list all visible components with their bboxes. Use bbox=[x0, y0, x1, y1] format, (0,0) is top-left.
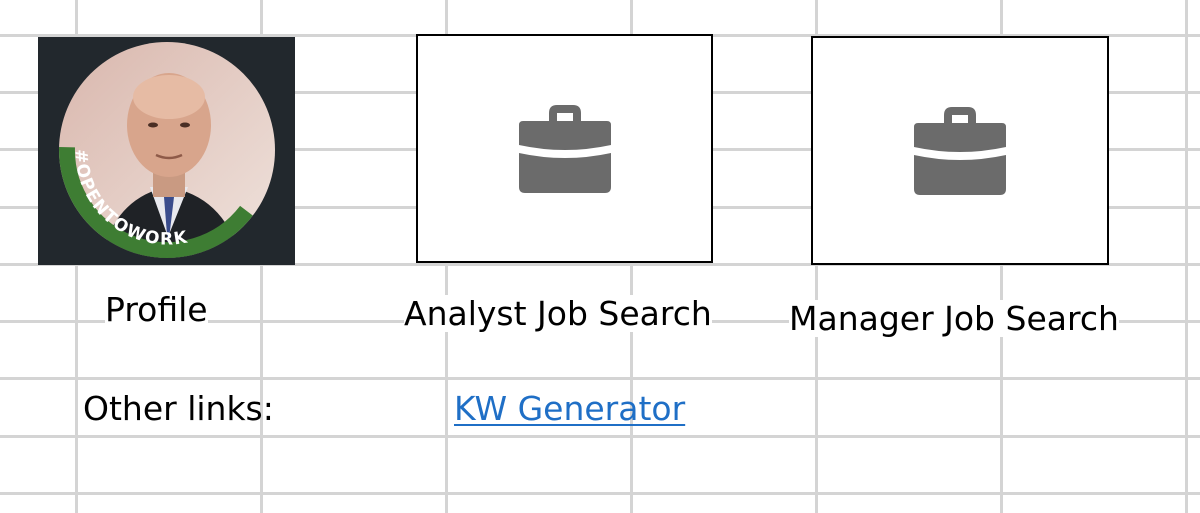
analyst-job-search-button[interactable] bbox=[416, 34, 713, 263]
briefcase-icon bbox=[914, 106, 1006, 195]
grid-row-line bbox=[0, 377, 1200, 380]
analyst-job-search-caption: Analyst Job Search bbox=[404, 294, 712, 333]
profile-caption: Profile bbox=[105, 290, 208, 329]
grid-row-line bbox=[0, 492, 1200, 495]
grid-row-line bbox=[0, 435, 1200, 438]
profile-button[interactable]: #OPENTOWORK bbox=[38, 37, 295, 265]
kw-generator-link[interactable]: KW Generator bbox=[454, 392, 685, 425]
profile-photo: #OPENTOWORK bbox=[59, 42, 275, 258]
other-links-label: Other links: bbox=[83, 389, 274, 428]
briefcase-icon bbox=[518, 104, 611, 193]
manager-job-search-caption: Manager Job Search bbox=[789, 299, 1119, 338]
manager-job-search-button[interactable] bbox=[811, 36, 1109, 265]
